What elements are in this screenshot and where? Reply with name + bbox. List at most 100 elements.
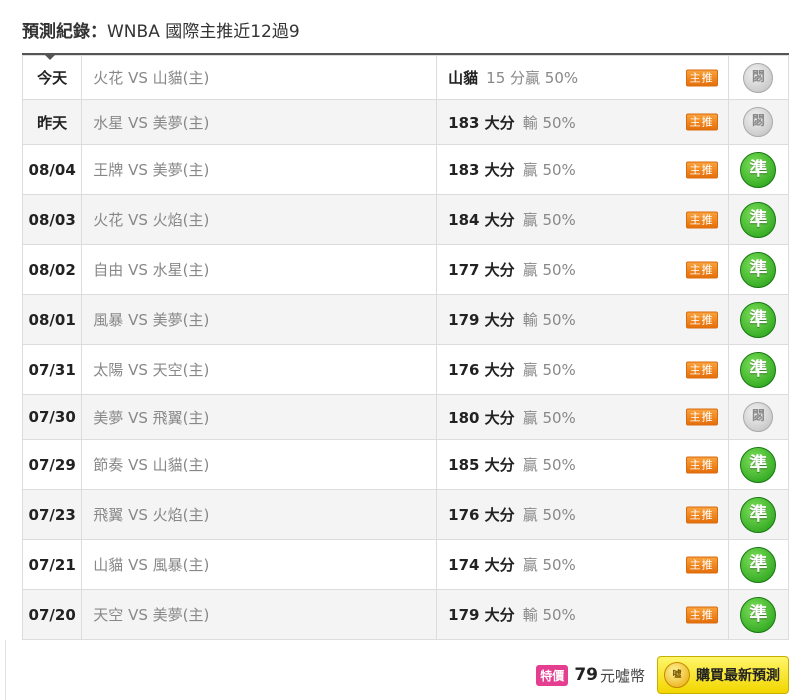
pick-value: 176 大分 bbox=[448, 361, 515, 379]
row-match: 火花 VS 火焰(主) bbox=[81, 194, 438, 245]
row-pick: 179 大分輸 50% 主推 bbox=[436, 589, 729, 640]
row-pick: 179 大分輸 50% 主推 bbox=[436, 294, 729, 345]
hit-badge-icon: 準 bbox=[740, 201, 777, 238]
table-row: 昨天 水星 VS 美夢(主) 183 大分輸 50% 主推 閟 bbox=[21, 99, 790, 145]
row-match: 節奏 VS 山貓(主) bbox=[81, 439, 438, 490]
pick-result: 贏 50% bbox=[522, 361, 576, 379]
pick-value: 183 大分 bbox=[448, 161, 515, 179]
row-status: 準 bbox=[727, 194, 790, 245]
row-match: 自由 VS 水星(主) bbox=[81, 244, 438, 295]
row-status: 閟 bbox=[727, 99, 790, 145]
main-pick-tag: 主推 bbox=[685, 113, 718, 131]
row-status: 準 bbox=[727, 294, 790, 345]
pick-result: 15 分贏 50% bbox=[486, 69, 579, 87]
row-pick: 183 大分贏 50% 主推 bbox=[436, 144, 729, 195]
row-date: 08/02 bbox=[21, 244, 83, 295]
row-match: 王牌 VS 美夢(主) bbox=[81, 144, 438, 195]
pick-result: 輸 50% bbox=[522, 311, 576, 329]
buy-latest-prediction-button[interactable]: 噓 購買最新預測 bbox=[657, 656, 789, 694]
row-match: 美夢 VS 飛翼(主) bbox=[81, 394, 438, 440]
hit-badge-icon: 準 bbox=[740, 251, 777, 288]
hit-badge-icon: 準 bbox=[740, 596, 777, 633]
prediction-rows: 今天 火花 VS 山貓(主) 山貓 15 分贏 50% 主推閟昨天 水星 VS 美夢(主)… bbox=[21, 55, 790, 640]
pick-value: 179 大分 bbox=[448, 606, 515, 624]
row-date: 07/29 bbox=[21, 439, 83, 490]
title-text: WNBA 國際主推近12過9 bbox=[107, 22, 300, 42]
main-pick-tag: 主推 bbox=[685, 361, 718, 378]
pick-value: 177 大分 bbox=[448, 261, 515, 279]
row-pick: 177 大分贏 50% 主推 bbox=[436, 244, 729, 295]
tab-pointer-icon bbox=[45, 55, 55, 60]
prediction-table: 今天 火花 VS 山貓(主) 山貓 15 分贏 50% 主推閟昨天 水星 VS 美夢(主)… bbox=[21, 55, 790, 640]
table-row: 07/21 山貓 VS 風暴(主) 174 大分贏 50% 主推 準 bbox=[21, 539, 790, 590]
purchase-bar: 特價 79 元噓幣 噓 購買最新預測 bbox=[536, 655, 789, 695]
table-row: 今天 火花 VS 山貓(主) 山貓 15 分贏 50% 主推 閟 bbox=[21, 55, 790, 100]
row-date: 昨天 bbox=[21, 99, 83, 145]
row-status: 準 bbox=[727, 489, 790, 540]
table-row: 08/04 王牌 VS 美夢(主) 183 大分贏 50% 主推 準 bbox=[21, 144, 790, 195]
hit-badge-icon: 準 bbox=[740, 151, 777, 188]
table-row: 07/31 太陽 VS 天空(主) 176 大分贏 50% 主推 準 bbox=[21, 344, 790, 395]
row-date: 08/03 bbox=[21, 194, 83, 245]
row-match: 火花 VS 山貓(主) bbox=[81, 55, 438, 100]
coin-icon: 噓 bbox=[664, 662, 690, 688]
buy-button-label: 購買最新預測 bbox=[696, 668, 780, 684]
row-status: 準 bbox=[727, 244, 790, 295]
row-pick: 180 大分贏 50% 主推 bbox=[436, 394, 729, 440]
row-date: 08/01 bbox=[21, 294, 83, 345]
pick-value: 176 大分 bbox=[448, 506, 515, 524]
table-row: 07/20 天空 VS 美夢(主) 179 大分輸 50% 主推 準 bbox=[21, 589, 790, 640]
row-match: 飛翼 VS 火焰(主) bbox=[81, 489, 438, 540]
pick-result: 輸 50% bbox=[522, 113, 576, 132]
row-status: 準 bbox=[727, 439, 790, 490]
row-status: 準 bbox=[727, 344, 790, 395]
pick-value: 179 大分 bbox=[448, 311, 515, 329]
special-price-badge: 特價 bbox=[536, 664, 569, 686]
pick-result: 贏 50% bbox=[522, 456, 576, 474]
table-row: 08/02 自由 VS 水星(主) 177 大分贏 50% 主推 準 bbox=[21, 244, 790, 295]
pick-result: 輸 50% bbox=[522, 606, 576, 624]
pick-value: 180 大分 bbox=[448, 408, 515, 427]
row-match: 天空 VS 美夢(主) bbox=[81, 589, 438, 640]
pick-result: 贏 50% bbox=[522, 211, 576, 229]
row-date: 07/31 bbox=[21, 344, 83, 395]
pick-value: 183 大分 bbox=[448, 113, 515, 132]
row-pick: 174 大分贏 50% 主推 bbox=[436, 539, 729, 590]
row-pick: 176 大分贏 50% 主推 bbox=[436, 489, 729, 540]
row-status: 準 bbox=[727, 539, 790, 590]
row-date: 07/20 bbox=[21, 589, 83, 640]
pick-result: 贏 50% bbox=[522, 556, 576, 574]
row-status: 閟 bbox=[727, 55, 790, 100]
main-pick-tag: 主推 bbox=[685, 506, 718, 523]
pick-result: 贏 50% bbox=[522, 506, 576, 524]
row-pick: 176 大分贏 50% 主推 bbox=[436, 344, 729, 395]
row-date: 07/30 bbox=[21, 394, 83, 440]
row-status: 準 bbox=[727, 144, 790, 195]
row-pick: 185 大分贏 50% 主推 bbox=[436, 439, 729, 490]
hit-badge-icon: 準 bbox=[740, 496, 777, 533]
hit-badge-icon: 準 bbox=[740, 301, 777, 338]
left-border bbox=[5, 640, 6, 700]
row-match: 風暴 VS 美夢(主) bbox=[81, 294, 438, 345]
row-status: 準 bbox=[727, 589, 790, 640]
pick-value: 174 大分 bbox=[448, 556, 515, 574]
row-date: 08/04 bbox=[21, 144, 83, 195]
pick-result: 贏 50% bbox=[522, 408, 576, 427]
main-pick-tag: 主推 bbox=[685, 606, 718, 623]
pending-badge-icon: 閟 bbox=[743, 402, 774, 432]
row-date: 07/21 bbox=[21, 539, 83, 590]
row-status: 閟 bbox=[727, 394, 790, 440]
table-row: 07/29 節奏 VS 山貓(主) 185 大分贏 50% 主推 準 bbox=[21, 439, 790, 490]
row-pick: 山貓 15 分贏 50% 主推 bbox=[436, 55, 729, 100]
pick-value: 山貓 bbox=[448, 69, 479, 87]
main-pick-tag: 主推 bbox=[685, 556, 718, 573]
table-row: 08/01 風暴 VS 美夢(主) 179 大分輸 50% 主推 準 bbox=[21, 294, 790, 345]
pending-badge-icon: 閟 bbox=[743, 107, 774, 137]
row-date: 07/23 bbox=[21, 489, 83, 540]
main-pick-tag: 主推 bbox=[685, 456, 718, 473]
main-pick-tag: 主推 bbox=[685, 261, 718, 278]
hit-badge-icon: 準 bbox=[740, 546, 777, 583]
row-pick: 184 大分贏 50% 主推 bbox=[436, 194, 729, 245]
table-row: 08/03 火花 VS 火焰(主) 184 大分贏 50% 主推 準 bbox=[21, 194, 790, 245]
row-match: 水星 VS 美夢(主) bbox=[81, 99, 438, 145]
